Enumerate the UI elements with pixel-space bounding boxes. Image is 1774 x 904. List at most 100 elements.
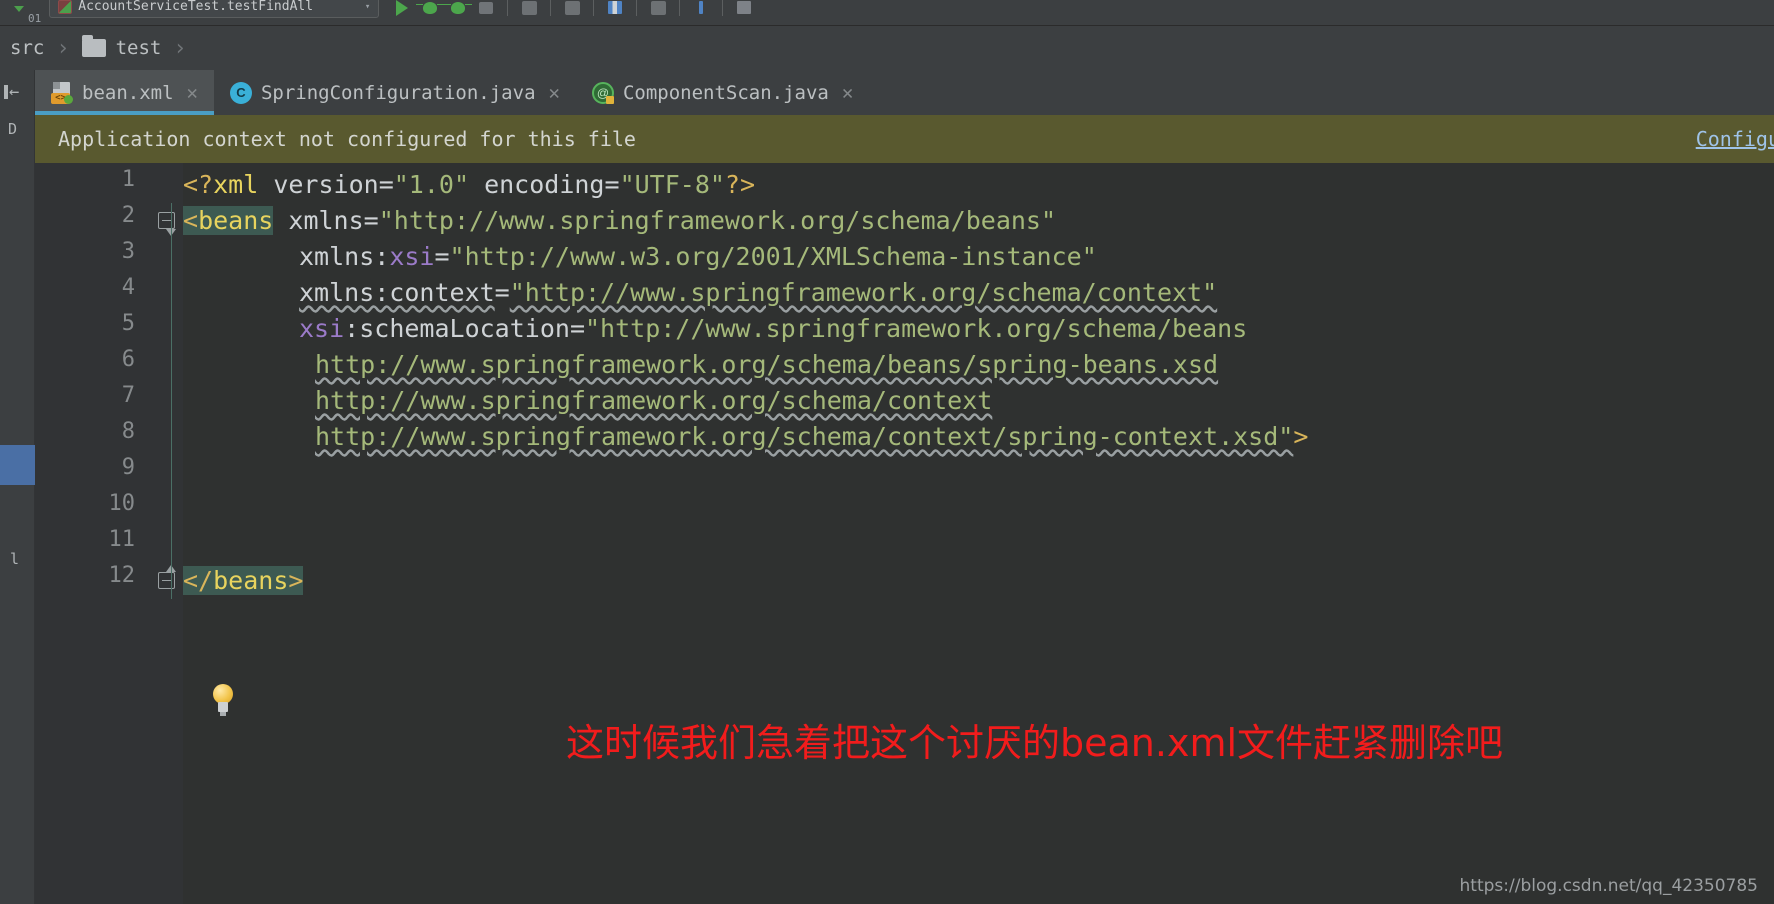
run-configuration-name: AccountServiceTest.testFindAll xyxy=(78,0,314,14)
toolbar-version-label: 01 xyxy=(28,12,42,25)
run-with-coverage-button[interactable] xyxy=(444,0,473,19)
code-token: <? xyxy=(183,170,214,199)
intention-bulb-icon[interactable] xyxy=(211,684,235,718)
rollback-button[interactable] xyxy=(645,0,671,19)
breadcrumb-label: src xyxy=(10,37,45,59)
code-token: xmlns xyxy=(299,242,375,271)
editor-tab-bar: <> bean.xml ✕ C SpringConfiguration.java… xyxy=(35,70,1774,115)
code-token: </ xyxy=(183,566,214,595)
breadcrumb-item-src[interactable]: src xyxy=(0,26,54,70)
code-line: </beans> xyxy=(183,563,304,599)
fold-toggle-bot[interactable] xyxy=(158,565,176,589)
line-number: 11 xyxy=(108,527,136,552)
toolbar-divider xyxy=(550,0,552,16)
tab-label: ComponentScan.java xyxy=(622,81,829,104)
rollback-icon xyxy=(650,0,666,15)
toolbar-divider xyxy=(593,0,595,16)
left-tool-rail: ← D l xyxy=(0,70,35,904)
code-token: "http://www.springframework.org/schema/b… xyxy=(585,314,1248,343)
debug-button[interactable] xyxy=(416,0,445,19)
notification-message: Application context not configured for t… xyxy=(58,127,636,151)
save-all-button[interactable] xyxy=(731,0,757,19)
xml-file-icon: <> xyxy=(51,81,73,104)
stop-button[interactable] xyxy=(473,0,499,19)
run-configuration-selector[interactable]: AccountServiceTest.testFindAll ▾ xyxy=(49,0,380,18)
code-token: xmlns:context xyxy=(299,278,495,307)
code-token: "http://www.springframework.org/schema/b… xyxy=(378,206,1057,235)
code-token: xsi xyxy=(389,242,435,271)
code-token: > xyxy=(288,566,304,595)
bug-icon xyxy=(416,1,445,14)
line-number: 6 xyxy=(121,347,135,372)
java-class-icon: C xyxy=(229,81,252,104)
line-number: 2 xyxy=(121,203,135,228)
toolbar-divider xyxy=(722,0,724,16)
lock-icon xyxy=(605,95,614,104)
code-token: version xyxy=(273,170,379,199)
configure-link[interactable]: Configu xyxy=(1696,127,1774,151)
code-token: = xyxy=(569,314,585,343)
code-token: http://www.springframework.org/schema/be… xyxy=(315,350,1219,379)
code-token: http://www.springframework.org/schema/co… xyxy=(315,386,993,415)
breadcrumb-separator: › xyxy=(56,35,70,61)
close-icon[interactable]: ✕ xyxy=(549,82,560,104)
code-token: schemaLocation xyxy=(359,314,570,343)
toolbar-divider xyxy=(507,0,509,16)
code-token: = xyxy=(378,170,394,199)
main-toolbar: 01 AccountServiceTest.testFindAll ▾ xyxy=(0,0,1774,26)
line-number: 3 xyxy=(121,239,135,264)
java-annotation-icon: @ xyxy=(591,81,614,104)
toolbar-divider xyxy=(636,0,638,16)
info-icon xyxy=(699,1,704,14)
toolbar-divider xyxy=(679,0,681,16)
rail-bottom-button[interactable]: l xyxy=(10,550,19,568)
code-editor[interactable]: 1 2 3 4 5 6 7 8 9 10 11 12 <?xml version="1.0" enco… xyxy=(35,163,1774,904)
layout-button[interactable] xyxy=(602,0,628,19)
run-button[interactable] xyxy=(389,0,415,19)
layout-icon xyxy=(608,1,623,14)
code-folding-column[interactable] xyxy=(151,163,183,904)
close-icon[interactable]: ✕ xyxy=(842,82,853,104)
code-line: http://www.springframework.org/schema/co… xyxy=(315,419,1308,455)
code-line: <beans xmlns="http://www.springframework… xyxy=(183,203,1056,239)
red-annotation-text: 这时候我们急着把这个讨厌的bean.xml文件赶紧删除吧 xyxy=(566,721,1504,765)
stop-icon xyxy=(479,1,494,14)
line-number: 12 xyxy=(108,563,136,588)
code-token: beans xyxy=(198,206,274,235)
fold-toggle-top[interactable] xyxy=(158,212,176,236)
watermark: https://blog.csdn.net/qq_42350785 xyxy=(1459,876,1758,896)
tab-label: bean.xml xyxy=(82,81,174,104)
code-token: = xyxy=(604,170,620,199)
code-line: http://www.springframework.org/schema/co… xyxy=(315,383,992,419)
info-button[interactable] xyxy=(688,0,714,19)
code-token: "http://www.springframework.org/schema/c… xyxy=(509,278,1218,307)
arrow-left-icon: ← xyxy=(9,82,20,102)
line-number-gutter: 1 2 3 4 5 6 7 8 9 10 11 12 xyxy=(35,163,151,904)
tab-component-scan-java[interactable]: @ ComponentScan.java ✕ xyxy=(576,70,869,115)
code-token: = xyxy=(494,278,510,307)
code-token: "UTF-8" xyxy=(619,170,725,199)
breadcrumb-item-test[interactable]: test xyxy=(72,26,172,70)
update-button[interactable] xyxy=(516,0,542,19)
project-tool-button[interactable]: D xyxy=(8,120,17,138)
code-line: <?xml version="1.0" encoding="UTF-8"?> xyxy=(183,167,755,203)
rail-bottom-label: l xyxy=(10,550,20,568)
code-content[interactable]: <?xml version="1.0" encoding="UTF-8"?> <b… xyxy=(183,163,1774,904)
tab-spring-configuration-java[interactable]: C SpringConfiguration.java ✕ xyxy=(214,70,576,115)
code-token: = xyxy=(363,206,379,235)
close-icon[interactable]: ✕ xyxy=(187,82,198,104)
rail-selected-indicator[interactable] xyxy=(0,445,35,485)
vcs-commit-button[interactable] xyxy=(559,0,585,19)
code-token: encoding xyxy=(484,170,605,199)
line-number: 9 xyxy=(121,455,135,480)
code-token: : xyxy=(374,242,390,271)
line-number: 4 xyxy=(121,275,135,300)
code-line: http://www.springframework.org/schema/be… xyxy=(315,347,1218,383)
hide-sidebar-button[interactable]: ← xyxy=(4,82,19,102)
line-number: 10 xyxy=(108,491,136,516)
breadcrumb-label: test xyxy=(115,37,162,59)
tab-bean-xml[interactable]: <> bean.xml ✕ xyxy=(35,70,214,115)
code-token: http://www.springframework.org/schema/co… xyxy=(315,422,1294,451)
